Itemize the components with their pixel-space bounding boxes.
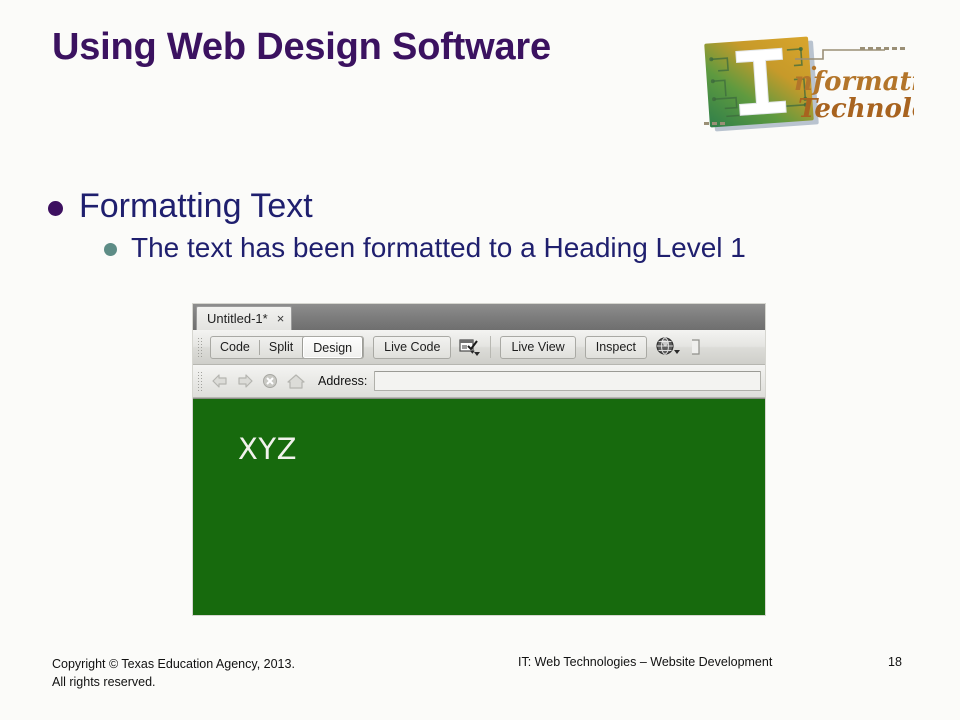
live-view-options-icon[interactable] (459, 337, 481, 357)
copyright-line-1: Copyright © Texas Education Agency, 2013… (52, 657, 295, 671)
logo-artwork: nformation Technology (704, 36, 914, 132)
dreamweaver-screenshot-image: Untitled-1* × Code Split Design Live Cod… (192, 303, 766, 616)
bullet-dot-icon (104, 242, 117, 256)
bullet-text: The text has been formatted to a Heading… (131, 231, 746, 263)
forward-arrow-icon[interactable] (235, 372, 255, 390)
design-view-canvas[interactable]: XYZ (193, 398, 765, 615)
address-input[interactable] (374, 371, 761, 391)
address-label: Address: (318, 374, 368, 388)
live-code-button[interactable]: Live Code (373, 335, 452, 359)
bullet-text: Formatting Text (79, 187, 313, 225)
browser-navigation-bar: Address: (193, 365, 765, 398)
inspect-button[interactable]: Inspect (584, 335, 648, 359)
toolbar-grip-handle[interactable] (197, 337, 204, 357)
view-mode-button-group: Code Split Design (210, 335, 365, 359)
view-button-code[interactable]: Code (211, 337, 259, 358)
home-icon[interactable] (285, 372, 307, 390)
bullet-item-level-1: Formatting Text (48, 186, 938, 227)
copyright-line-2: All rights reserved. (52, 675, 156, 690)
close-icon[interactable]: × (277, 312, 285, 325)
stop-icon[interactable] (260, 372, 280, 390)
bullet-list: Formatting Text The text has been format… (48, 186, 938, 264)
slide-footer: Copyright © Texas Education Agency, 2013… (0, 655, 960, 705)
view-button-design[interactable]: Design (302, 336, 364, 358)
document-toolbar: Code Split Design Live Code Live View In… (193, 330, 765, 365)
document-tab-bar: Untitled-1* × (193, 304, 765, 330)
document-tab-label: Untitled-1* (207, 311, 268, 326)
svg-text:Technology: Technology (798, 94, 914, 124)
addressbar-grip-handle[interactable] (197, 371, 204, 391)
page-title: Using Web Design Software (52, 26, 551, 68)
back-arrow-icon[interactable] (210, 372, 230, 390)
slide-number: 18 (888, 655, 902, 669)
live-view-button[interactable]: Live View (500, 335, 576, 359)
svg-text:nformation: nformation (794, 67, 914, 97)
bullet-dot-icon (48, 201, 63, 216)
copyright-notice: Copyright © Texas Education Agency, 2013… (52, 655, 295, 691)
heading-level-1-text[interactable]: XYZ (238, 432, 297, 466)
view-button-split[interactable]: Split (260, 337, 302, 358)
bullet-item-level-2: The text has been formatted to a Heading… (48, 231, 938, 265)
browser-globe-icon[interactable] (655, 337, 681, 357)
course-title: IT: Web Technologies – Website Developme… (518, 655, 773, 669)
information-technology-logo: nformation Technology (694, 30, 914, 136)
divider (490, 336, 492, 358)
visual-aids-icon[interactable] (689, 337, 701, 357)
document-tab-untitled-1[interactable]: Untitled-1* × (196, 306, 293, 330)
